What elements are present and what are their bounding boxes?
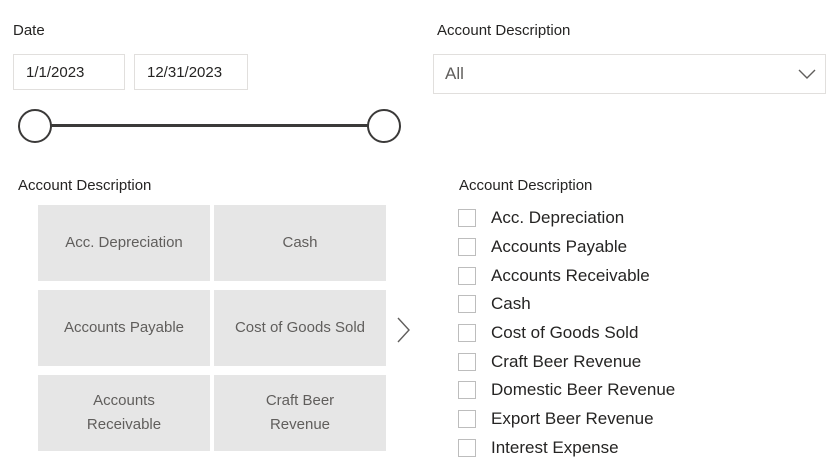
list-item-label: Export Beer Revenue	[491, 409, 654, 428]
checkbox[interactable]	[458, 353, 476, 371]
date-range-track[interactable]	[34, 124, 384, 127]
list-item-label: Accounts Payable	[491, 237, 628, 256]
tile-craft-beer-revenue[interactable]: Craft Beer Revenue	[214, 375, 386, 451]
list-item-label: Domestic Beer Revenue	[491, 380, 676, 399]
tile-slicer-title: Account Description	[18, 177, 152, 194]
chevron-down-icon	[797, 65, 817, 88]
checkbox[interactable]	[458, 295, 476, 313]
list-slicer-title: Account Description	[459, 177, 593, 194]
list-item[interactable]: Accounts Payable	[458, 234, 627, 260]
list-item[interactable]: Cost of Goods Sold	[458, 320, 638, 346]
list-item[interactable]: Interest Expense	[458, 435, 619, 458]
checkbox[interactable]	[458, 238, 476, 256]
list-item[interactable]: Cash	[458, 291, 531, 317]
list-item-label: Interest Expense	[491, 438, 619, 457]
list-item[interactable]: Acc. Depreciation	[458, 205, 624, 231]
dropdown-slicer-title: Account Description	[437, 22, 571, 39]
list-item[interactable]: Craft Beer Revenue	[458, 349, 641, 375]
tile-cost-of-goods-sold[interactable]: Cost of Goods Sold	[214, 290, 386, 366]
tile-accounts-receivable[interactable]: Accounts Receivable	[38, 375, 210, 451]
checkbox[interactable]	[458, 439, 476, 457]
tile-cash[interactable]: Cash	[214, 205, 386, 281]
dropdown-selected-value: All	[445, 64, 464, 83]
start-date-input[interactable]: 1/1/2023	[13, 54, 125, 90]
tile-accounts-payable[interactable]: Accounts Payable	[38, 290, 210, 366]
checkbox[interactable]	[458, 209, 476, 227]
list-item[interactable]: Domestic Beer Revenue	[458, 377, 675, 403]
list-item-label: Accounts Receivable	[491, 266, 650, 285]
tile-acc-depreciation[interactable]: Acc. Depreciation	[38, 205, 210, 281]
list-item-label: Cash	[491, 294, 531, 313]
list-item-label: Acc. Depreciation	[491, 208, 625, 227]
checkbox[interactable]	[458, 267, 476, 285]
list-item[interactable]: Accounts Receivable	[458, 263, 650, 289]
list-item-label: Cost of Goods Sold	[491, 323, 639, 342]
account-dropdown[interactable]: All	[433, 54, 826, 94]
chevron-right-icon[interactable]	[395, 316, 411, 349]
end-date-handle[interactable]	[367, 109, 401, 143]
end-date-input[interactable]: 12/31/2023	[134, 54, 248, 90]
account-checkbox-list[interactable]: Acc. Depreciation Accounts Payable Accou…	[458, 204, 828, 458]
checkbox[interactable]	[458, 324, 476, 342]
list-item-label: Craft Beer Revenue	[491, 352, 642, 371]
list-item[interactable]: Export Beer Revenue	[458, 406, 654, 432]
checkbox[interactable]	[458, 410, 476, 428]
start-date-handle[interactable]	[18, 109, 52, 143]
date-slicer-title: Date	[13, 22, 45, 39]
checkbox[interactable]	[458, 381, 476, 399]
